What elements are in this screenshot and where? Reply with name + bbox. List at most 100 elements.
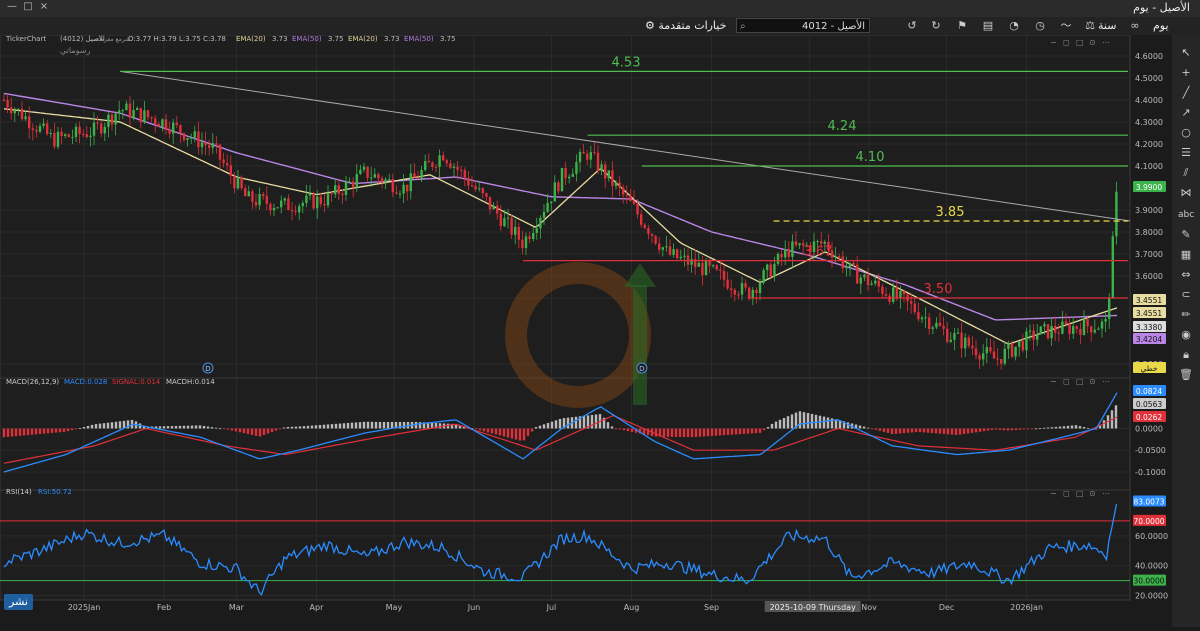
maximize-button[interactable]: □ bbox=[22, 1, 34, 13]
macd-y-tick-label: -0.1000 bbox=[1135, 468, 1166, 477]
candle-body bbox=[550, 201, 553, 204]
candle-body bbox=[866, 274, 870, 285]
macd-histogram-bar bbox=[78, 428, 82, 429]
level-label-3.50: 3.50 bbox=[924, 282, 953, 297]
candle-body bbox=[946, 328, 949, 342]
measure-tool-icon[interactable]: ⇔ bbox=[1178, 267, 1194, 283]
candle-body bbox=[672, 249, 675, 255]
symbol-search[interactable]: ⌕ 4012 - الأصيل bbox=[736, 18, 870, 33]
candle-body bbox=[17, 108, 20, 111]
candle-body bbox=[553, 182, 556, 202]
brush-tool-icon[interactable]: ✎ bbox=[1178, 227, 1194, 243]
macd-histogram-bar bbox=[1054, 426, 1058, 429]
cursor-icon[interactable]: ↖ bbox=[1178, 45, 1194, 61]
eye-icon[interactable]: ◉ bbox=[1178, 327, 1194, 343]
compare-icon[interactable]: ⚖ bbox=[1082, 19, 1098, 33]
macd-histogram-bar bbox=[302, 426, 306, 429]
crosshair-icon[interactable]: + bbox=[1178, 65, 1194, 81]
channel-tool-icon[interactable]: ⫽ bbox=[1178, 165, 1194, 181]
chart-toolbar: ∞ سنة يوم ⚖ 〜 ◷ ◔ ▤ ⚑ ↻ ↺ ⌕ 4012 - الأصي… bbox=[0, 17, 1200, 36]
price-tag-label: خطي bbox=[1140, 364, 1157, 373]
candle-body bbox=[229, 165, 232, 176]
candle-body bbox=[931, 327, 934, 329]
text-tool-icon[interactable]: abc bbox=[1178, 207, 1194, 223]
macd-histogram-bar bbox=[402, 421, 406, 429]
minimize-button[interactable]: — bbox=[6, 1, 18, 13]
candle-body bbox=[463, 170, 466, 178]
macd-histogram-bar bbox=[290, 426, 294, 429]
macd-histogram-bar bbox=[926, 428, 930, 433]
macd-histogram-bar bbox=[934, 428, 938, 434]
pane-control-icon: ◻ bbox=[1063, 489, 1070, 498]
macd-histogram-bar bbox=[314, 425, 318, 429]
advanced-options-label: خيارات متقدمة bbox=[658, 19, 727, 32]
gauge-icon[interactable]: ◔ bbox=[1006, 19, 1022, 33]
candle-body bbox=[650, 234, 654, 236]
clock-icon[interactable]: ◷ bbox=[1032, 19, 1048, 33]
chart-svg[interactable]: 2025Jan Feb Mar Apr May Jun Jul Aug Sep 2025-10-0… bbox=[0, 34, 1172, 627]
ray-tool-icon[interactable]: ↗ bbox=[1178, 105, 1194, 121]
candle-body bbox=[308, 193, 312, 196]
candle-body bbox=[31, 128, 34, 130]
candle-body bbox=[658, 243, 661, 250]
candle-body bbox=[614, 182, 618, 186]
pattern-tool-icon[interactable]: ⋈ bbox=[1178, 185, 1194, 201]
candle-body bbox=[168, 129, 171, 134]
flag-icon[interactable]: ⚑ bbox=[954, 19, 970, 33]
publish-button[interactable]: نشر bbox=[4, 594, 33, 610]
candle-body bbox=[452, 166, 456, 168]
candle-body bbox=[103, 126, 106, 134]
period-day-button[interactable]: يوم bbox=[1153, 19, 1169, 33]
candle-body bbox=[409, 173, 412, 192]
redo-icon[interactable]: ↻ bbox=[928, 19, 944, 33]
close-button[interactable]: × bbox=[38, 1, 50, 13]
macd-histogram-bar bbox=[46, 428, 50, 434]
lock-icon[interactable]: 🔒︎ bbox=[1178, 347, 1194, 363]
chart-area[interactable]: 2025Jan Feb Mar Apr May Jun Jul Aug Sep 2025-10-0… bbox=[0, 34, 1172, 627]
candle-body bbox=[708, 260, 711, 266]
fibonacci-tool-icon[interactable]: ☰ bbox=[1178, 145, 1194, 161]
candle-body bbox=[89, 135, 92, 138]
gear-icon: ⚙ bbox=[645, 19, 655, 32]
level-label-4.24: 4.24 bbox=[828, 119, 857, 134]
link-icon[interactable]: ∞ bbox=[1127, 19, 1143, 33]
macd-histogram-bar bbox=[94, 424, 98, 429]
ema-legend-value: 3.75 bbox=[440, 35, 456, 43]
advanced-options-button[interactable]: ⚙ خيارات متقدمة bbox=[645, 19, 726, 32]
macd-histogram-bar bbox=[354, 422, 358, 429]
macd-histogram-bar bbox=[510, 428, 514, 439]
undo-icon[interactable]: ↺ bbox=[904, 19, 920, 33]
level-label-4.10: 4.10 bbox=[856, 150, 885, 165]
trendline-tool-icon[interactable]: ╱ bbox=[1178, 85, 1194, 101]
candle-body bbox=[157, 124, 160, 127]
price-y-tick-label: 4.3000 bbox=[1135, 118, 1163, 127]
macd-histogram-bar bbox=[674, 428, 678, 437]
macd-histogram-bar bbox=[322, 424, 326, 429]
magnet-icon[interactable]: ⊂ bbox=[1178, 287, 1194, 303]
macd-histogram-bar bbox=[1066, 425, 1070, 429]
indicator-icon[interactable]: 〜 bbox=[1058, 19, 1074, 33]
macd-histogram-bar bbox=[950, 428, 954, 435]
macd-histogram-bar bbox=[1034, 428, 1038, 430]
candle-body bbox=[222, 159, 225, 164]
macd-histogram-bar bbox=[866, 427, 870, 429]
macd-histogram-bar bbox=[6, 428, 10, 437]
candle-body bbox=[863, 274, 866, 278]
macd-histogram-bar bbox=[74, 428, 78, 430]
candle-body bbox=[524, 236, 528, 249]
macd-histogram-bar bbox=[970, 428, 974, 433]
circle-tool-icon[interactable]: ○ bbox=[1178, 125, 1194, 141]
candle-body bbox=[884, 294, 888, 296]
candle-body bbox=[1000, 359, 1003, 364]
macd-histogram-bar bbox=[266, 428, 270, 434]
layout-icon[interactable]: ▤ bbox=[980, 19, 996, 33]
macd-histogram-bar bbox=[362, 421, 366, 429]
trash-icon[interactable]: 🗑︎ bbox=[1178, 367, 1194, 383]
pencil-icon[interactable]: ✏ bbox=[1178, 307, 1194, 323]
macd-histogram-bar bbox=[566, 417, 570, 429]
candle-body bbox=[481, 188, 484, 194]
candle-body bbox=[560, 168, 564, 192]
candle-body bbox=[208, 145, 211, 148]
grid-tool-icon[interactable]: ▦ bbox=[1178, 247, 1194, 263]
period-year-button[interactable]: سنة bbox=[1098, 19, 1116, 33]
